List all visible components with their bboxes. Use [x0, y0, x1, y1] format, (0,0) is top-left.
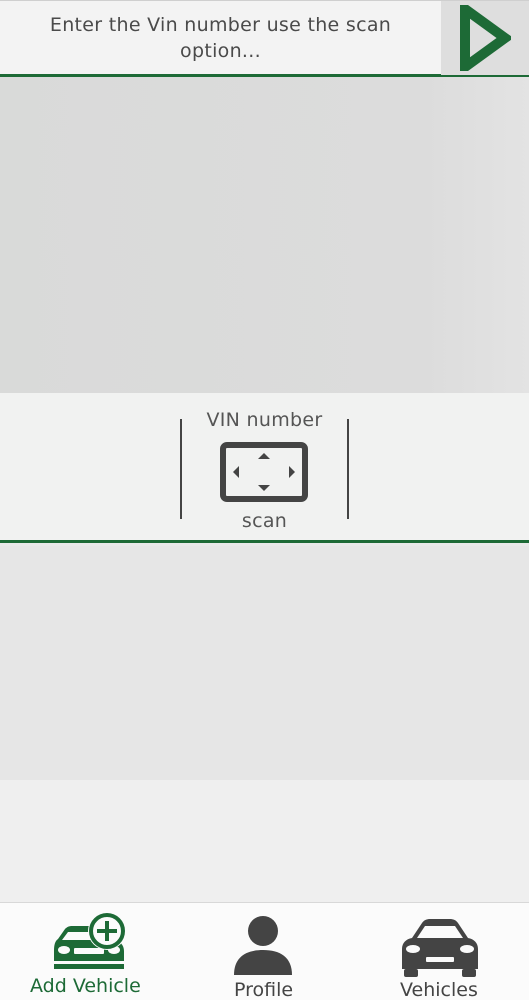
bottom-navigation: Add Vehicle Profile Vehicles [0, 902, 529, 1000]
person-icon [234, 916, 292, 975]
nav-profile[interactable]: Profile [176, 903, 352, 1000]
vin-input[interactable]: Enter the Vin number use the scan option… [0, 1, 441, 75]
play-arrow-icon [460, 5, 511, 71]
car-icon [402, 919, 478, 977]
nav-vehicles[interactable]: Vehicles [352, 903, 529, 1000]
scan-bracket-right [347, 419, 349, 519]
scan-bracket-left [180, 419, 182, 519]
content-spacer [0, 780, 529, 902]
scan-label: scan [241, 510, 288, 532]
camera-preview [0, 77, 529, 393]
nav-profile-label: Profile [234, 979, 294, 1000]
camera-preview-lower [0, 546, 529, 780]
scan-frame-icon [220, 442, 308, 502]
nav-add-vehicle-label: Add Vehicle [30, 975, 141, 997]
car-add-icon [54, 912, 126, 969]
nav-vehicles-label: Vehicles [400, 979, 478, 1000]
nav-add-vehicle[interactable]: Add Vehicle [0, 903, 176, 1000]
submit-button[interactable] [441, 1, 529, 75]
scan-button[interactable] [219, 441, 309, 503]
scan-title: VIN number [206, 409, 323, 431]
vin-search-bar: Enter the Vin number use the scan option… [0, 0, 529, 77]
scan-area[interactable]: VIN number scan [0, 393, 529, 543]
